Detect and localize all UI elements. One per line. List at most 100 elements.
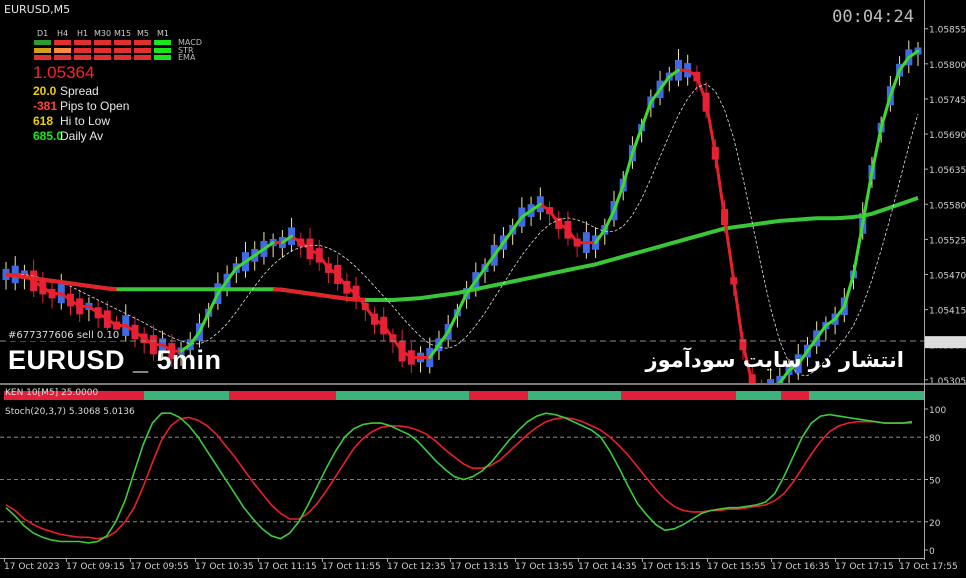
signal-cell [74,40,91,45]
time-tick-label: 17 Oct 14:35 [578,562,637,572]
time-axis: 17 Oct 2023 17 Oct 09:15 17 Oct 09:55 17 Oc… [0,558,966,578]
time-tick-label: 17 Oct 09:55 [130,562,189,572]
stoch-tick-label: 20 [929,519,941,529]
stoch-tick-label: 100 [929,406,946,416]
fast-ma-segment [197,311,211,334]
fast-ma-segment [842,272,856,308]
stoch-tick-label: 0 [929,547,935,557]
fast-ma-segment [852,221,865,276]
timeframe-header: H1 [77,29,89,38]
signal-cell [74,55,91,60]
time-tick-label: 17 Oct 12:35 [387,562,446,572]
candles-group [2,40,922,384]
slow-ma-segment [107,286,117,292]
slow-ma-segment [318,292,329,299]
price-tick-label: 1.05855 [929,26,966,36]
order-label[interactable]: #677377606 sell 0.10 [8,330,120,341]
slow-ma-segment [14,273,25,280]
price-tick-label: 1.05525 [929,236,966,246]
time-tick-label: 17 Oct 15:55 [707,562,766,572]
slow-ma-segment [346,296,357,302]
price-tick-label: 1.05580 [929,201,966,211]
slow-ma-segment [300,290,311,296]
fast-ma-segment [612,183,625,213]
current-price: 1.05364 [33,63,95,82]
signal-cell [54,47,71,53]
slow-ma-segment [337,295,348,301]
slow-ma-segment [5,272,16,278]
signal-cell [34,55,51,60]
fast-ma-segment [888,68,902,98]
time-tick-label: 17 Oct 11:15 [258,562,317,572]
daily-avg-value: 685.0 [33,129,64,143]
current-price-marker [925,336,966,349]
time-tick-label: 17 Oct 15:15 [642,562,701,572]
time-tick-label: 17 Oct 10:35 [195,562,254,572]
fast-ma-segment [630,126,644,155]
fast-ma-segment [879,94,892,130]
time-tick-label: 17 Oct 13:15 [450,562,509,572]
time-tick-label: 17 Oct 2023 [4,562,60,572]
fast-ma-segment [455,292,469,315]
time-tick-label: 17 Oct 11:55 [322,562,381,572]
slow-ma-segment [291,289,302,295]
timeframe-header: H4 [57,29,69,38]
price-axis: 1.05855 1.05800 1.05745 1.05690 1.05635 1.055… [924,26,966,384]
signal-cell [94,55,111,60]
signal-cell [134,55,151,60]
pane-separator[interactable] [0,383,966,385]
signal-cell [154,55,171,60]
candle-timer: 00:04:24 [832,7,914,27]
stoch-tick-label: 50 [929,477,941,487]
pips-to-open-label: Pips to Open [60,99,130,113]
hi-to-low-label: Hi to Low [60,114,111,128]
pips-to-open-value: -381 [33,99,58,113]
time-axis-border [0,558,925,559]
watermark-persian: انتشار در سایت سودآموز [645,348,904,372]
price-tick-label: 1.05635 [929,166,966,176]
time-tick-label: 17 Oct 17:55 [899,562,958,572]
stoch-tick-label: 80 [929,434,941,444]
watermark-english: EURUSD _ 5min [8,345,222,375]
signal-cell [34,40,51,45]
ken-indicator-label: KEN 10[M5] 25.0000 [5,388,99,398]
time-tick-label: 17 Oct 16:35 [771,562,830,572]
slow-ma-segment [60,280,71,286]
slow-moving-average-line [5,196,919,302]
fast-ma-segment [870,126,883,174]
symbol-label: EURUSD,M5 [4,3,71,16]
signal-cell [74,47,91,53]
slow-ma-segment [70,281,80,287]
pips-to-open-row: -381 Pips to Open [33,99,129,113]
stochastic-chart[interactable]: 100 80 50 20 0 [0,400,966,560]
price-tick-label: 1.05745 [929,96,966,106]
time-tick-label: 17 Oct 13:55 [515,562,574,572]
signal-cell [34,47,51,53]
signal-cell [134,47,151,53]
slow-ma-segment [79,282,90,288]
spread-row: 20.0 Spread [33,84,99,98]
price-tick-label: 1.05470 [929,271,966,281]
signal-cell [154,47,171,53]
indicator-label: EMA [178,53,196,62]
fast-ma-segment [446,311,459,334]
signal-cell [54,40,71,45]
price-axis-border [924,0,925,560]
slow-ma-segment [88,283,99,290]
fast-ma-segment [640,100,653,130]
slow-ma-segment [51,278,62,285]
daily-avg-row: 685.0Daily Av [33,129,103,143]
slow-ma-segment [273,287,283,292]
time-tick-label: 17 Oct 17:15 [835,562,894,572]
timeframe-header: M30 [94,29,112,38]
ken-indicator-bar [0,391,924,400]
signal-cell [154,40,171,45]
stoch-label: Stoch(20,3,7) 5.3068 5.0136 [5,407,135,417]
signal-cell [134,40,151,45]
slow-ma-segment [24,275,34,281]
spread-value: 20.0 [33,84,57,98]
price-tick-label: 1.05690 [929,131,966,141]
timeframe-header: M15 [114,29,132,38]
dashed-envelope-line [6,83,919,377]
chart-window[interactable]: { "window": { "symbol": "EURUSD,M5", "ti… [0,0,966,578]
